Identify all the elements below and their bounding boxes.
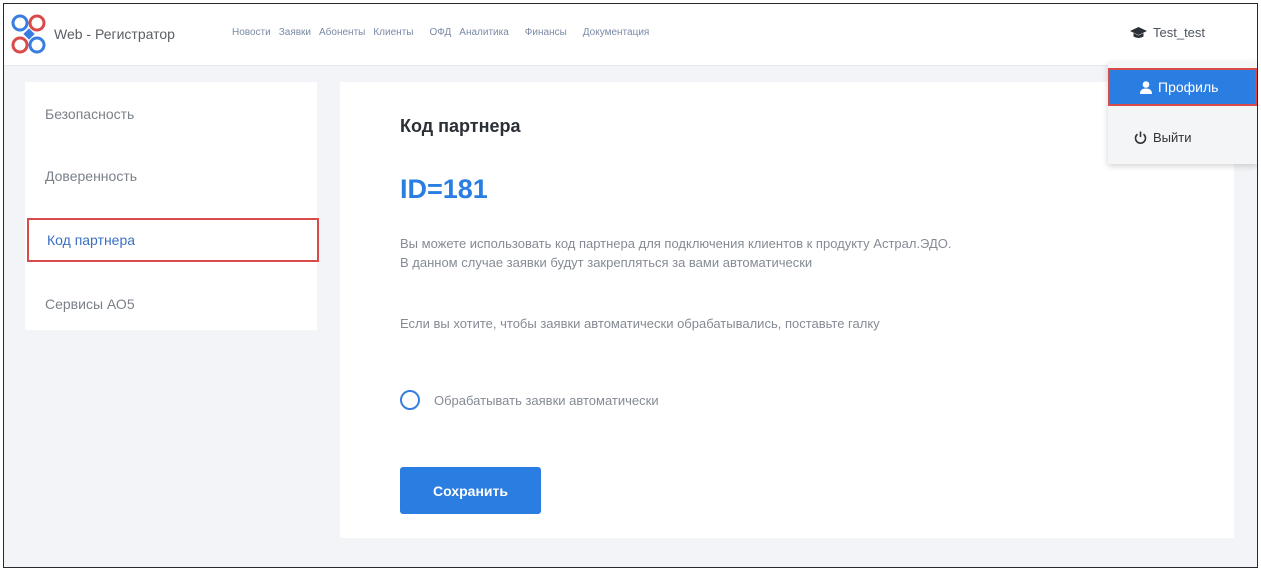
hint-text: Если вы хотите, чтобы заявки автоматичес… (400, 316, 880, 331)
sidebar-item-label: Безопасность (45, 106, 135, 122)
nav-finance[interactable]: Финансы (525, 27, 567, 38)
save-button[interactable]: Сохранить (400, 467, 541, 514)
description-text: Вы можете использовать код партнера для … (400, 234, 952, 272)
nav-subscribers[interactable]: Абоненты (319, 27, 365, 38)
description-line-1: Вы можете использовать код партнера для … (400, 236, 952, 251)
sidebar-item-partner-code[interactable]: Код партнера (27, 218, 319, 262)
nav-news[interactable]: Новости (232, 27, 271, 38)
sidebar-item-label: Код партнера (47, 232, 136, 248)
auto-process-option[interactable]: Обрабатывать заявки автоматически (400, 390, 659, 410)
app-window: Web - Регистратор Новости Заявки Абонент… (3, 3, 1258, 568)
sidebar-item-label: Доверенность (45, 168, 138, 184)
main-nav: Новости Заявки Абоненты Клиенты ОФД Анал… (232, 27, 657, 38)
user-menu-toggle[interactable]: Test_test (1130, 25, 1205, 40)
nav-ofd[interactable]: ОФД (429, 27, 451, 38)
profile-menu-item[interactable]: Профиль (1108, 68, 1257, 106)
user-name: Test_test (1153, 25, 1206, 40)
top-navigation-bar: Web - Регистратор Новости Заявки Абонент… (4, 4, 1257, 66)
sidebar-item-label: Сервисы АО5 (45, 296, 135, 312)
nav-requests[interactable]: Заявки (279, 27, 311, 38)
profile-label: Профиль (1158, 79, 1219, 95)
page-title: Код партнера (400, 116, 521, 136)
partner-id-value: ID=181 (400, 174, 488, 204)
user-dropdown-menu: Профиль Выйти (1108, 62, 1257, 164)
nav-clients[interactable]: Клиенты (373, 27, 413, 38)
app-title[interactable]: Web - Регистратор (54, 26, 175, 42)
person-icon (1140, 80, 1152, 94)
description-line-2: В данном случае заявки будут закреплятьс… (400, 255, 813, 270)
nav-analytics[interactable]: Аналитика (459, 27, 509, 38)
nav-documentation[interactable]: Документация (583, 27, 650, 38)
graduation-cap-icon (1130, 26, 1147, 39)
power-icon (1134, 131, 1147, 144)
app-logo[interactable] (10, 12, 48, 56)
logout-menu-item[interactable]: Выйти (1108, 122, 1257, 152)
auto-process-label: Обрабатывать заявки автоматически (434, 392, 659, 408)
partner-code-panel: Код партнера ID=181 Вы можете использова… (340, 82, 1234, 538)
sidebar-item-ao5-services[interactable]: Сервисы АО5 (25, 282, 317, 326)
logout-label: Выйти (1153, 129, 1192, 145)
settings-sidebar: Безопасность Доверенность Код партнера С… (25, 82, 319, 330)
sidebar-item-security[interactable]: Безопасность (25, 92, 317, 136)
auto-process-checkbox[interactable] (400, 390, 420, 410)
sidebar-item-power-of-attorney[interactable]: Доверенность (25, 154, 317, 198)
